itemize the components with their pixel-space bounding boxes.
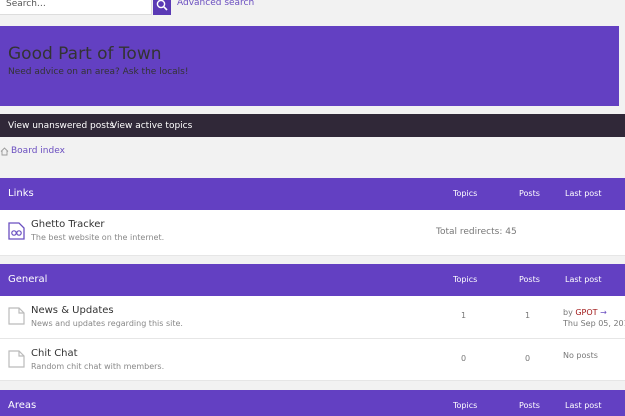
forum-row-chit-chat: Chit Chat Random chit chat with members.… [0, 339, 625, 381]
column-topics: Topics [453, 189, 478, 198]
last-post-by: by [563, 308, 573, 317]
home-icon [0, 147, 9, 156]
search-icon [156, 0, 168, 11]
column-last-post: Last post [565, 401, 602, 410]
column-topics: Topics [453, 275, 478, 284]
forum-description: The best website on the internet. [31, 233, 165, 242]
navbar: View unanswered posts View active topics [0, 114, 625, 137]
category-title[interactable]: Links [8, 188, 34, 199]
topics-count: 0 [461, 354, 467, 363]
column-topics: Topics [453, 401, 478, 410]
forum-read-icon [8, 350, 25, 368]
last-post-date: Thu Sep 05, 2013 [563, 319, 625, 328]
last-post-author-line: by GPOT → [563, 308, 607, 317]
category-header-links: Links Topics Posts Last post [0, 178, 625, 210]
topics-count: 1 [461, 311, 467, 320]
forum-description: News and updates regarding this site. [31, 319, 183, 328]
nav-active-topics[interactable]: View active topics [111, 121, 192, 131]
total-redirects: Total redirects: 45 [436, 227, 517, 237]
advanced-search-link[interactable]: Advanced search [177, 0, 254, 8]
forum-row-ghetto-tracker: Ghetto Tracker The best website on the i… [0, 210, 625, 256]
site-description: Need advice on an area? Ask the locals! [8, 67, 189, 77]
category-title[interactable]: General [8, 274, 47, 285]
forum-title[interactable]: Chit Chat [31, 348, 78, 359]
column-posts: Posts [519, 401, 540, 410]
nav-unanswered-posts[interactable]: View unanswered posts [8, 121, 114, 131]
site-banner [0, 26, 619, 106]
goto-last-post-icon[interactable]: → [600, 308, 607, 317]
column-posts: Posts [519, 189, 540, 198]
column-last-post: Last post [565, 189, 602, 198]
category-header-general: General Topics Posts Last post [0, 264, 625, 296]
link-icon [8, 222, 25, 240]
posts-count: 0 [525, 354, 531, 363]
forum-title[interactable]: Ghetto Tracker [31, 219, 104, 230]
forum-read-icon [8, 307, 25, 325]
category-title[interactable]: Areas [8, 400, 36, 411]
column-posts: Posts [519, 275, 540, 284]
no-posts-label: No posts [563, 351, 598, 360]
forum-row-news-updates: News & Updates News and updates regardin… [0, 296, 625, 339]
site-title[interactable]: Good Part of Town [8, 44, 162, 64]
last-post-author[interactable]: GPOT [575, 308, 597, 317]
board-index-link[interactable]: Board index [11, 146, 65, 156]
search-bar: Search… Advanced search [0, 0, 625, 20]
forum-title[interactable]: News & Updates [31, 305, 114, 316]
category-header-areas: Areas Topics Posts Last post [0, 390, 625, 416]
search-button[interactable] [153, 0, 171, 15]
column-last-post: Last post [565, 275, 602, 284]
forum-description: Random chit chat with members. [31, 362, 165, 371]
search-input[interactable]: Search… [0, 0, 152, 15]
posts-count: 1 [525, 311, 531, 320]
